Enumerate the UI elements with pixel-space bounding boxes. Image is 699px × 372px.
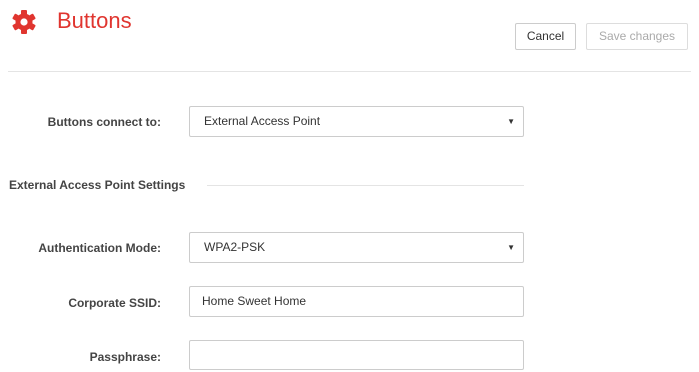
- authentication-mode-value: WPA2-PSK: [204, 240, 266, 254]
- buttons-connect-to-label: Buttons connect to:: [47, 115, 161, 129]
- buttons-connect-to-select[interactable]: External Access Point ▼: [189, 106, 524, 137]
- corporate-ssid-input[interactable]: Home Sweet Home: [189, 286, 524, 317]
- authentication-mode-select[interactable]: WPA2-PSK ▼: [189, 232, 524, 263]
- authentication-mode-label: Authentication Mode:: [38, 241, 161, 255]
- section-heading: External Access Point Settings: [9, 178, 186, 192]
- dropdown-arrow-icon: ▼: [507, 117, 515, 126]
- corporate-ssid-value: Home Sweet Home: [202, 294, 307, 308]
- cancel-button[interactable]: Cancel: [515, 23, 576, 50]
- passphrase-input[interactable]: [189, 340, 524, 370]
- gear-icon: [12, 10, 36, 34]
- dropdown-arrow-icon: ▼: [507, 243, 515, 252]
- page: Buttons Cancel Save changes Buttons conn…: [0, 0, 699, 372]
- buttons-connect-to-value: External Access Point: [204, 114, 321, 128]
- header-divider: [8, 71, 691, 72]
- save-changes-button[interactable]: Save changes: [586, 23, 688, 50]
- passphrase-label: Passphrase:: [89, 350, 161, 364]
- section-divider: [207, 185, 524, 186]
- corporate-ssid-label: Corporate SSID:: [68, 296, 161, 310]
- page-title: Buttons: [57, 8, 132, 33]
